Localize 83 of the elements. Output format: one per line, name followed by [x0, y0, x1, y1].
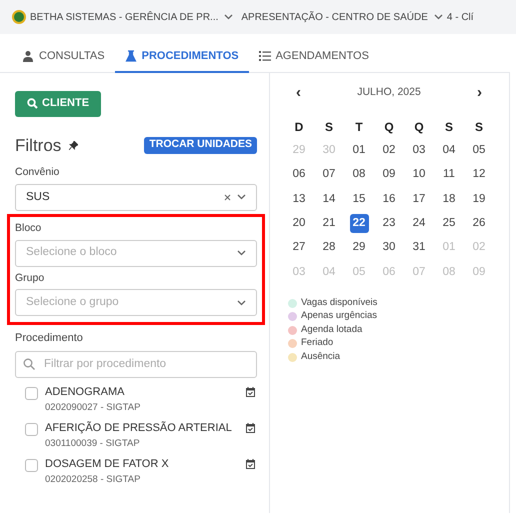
procedure-code: 0301100039 - SIGTAP [45, 436, 141, 450]
search-icon [27, 98, 38, 109]
user-icon [22, 50, 34, 62]
search-field[interactable]: Filtrar por procedimento [15, 350, 257, 378]
client-button[interactable]: CLIENTE [15, 90, 102, 116]
legend-label: Agenda lotada [301, 322, 362, 337]
calendar-day[interactable]: 04 [442, 142, 456, 160]
calendar-day[interactable]: 24 [412, 214, 426, 232]
calendar-day[interactable]: 13 [292, 190, 306, 208]
calendar-day[interactable]: 05 [472, 142, 486, 160]
field-label: Procedimento [15, 331, 84, 346]
calendar-day[interactable]: 22 [350, 214, 368, 234]
legend-label: Apenas urgências [301, 309, 378, 324]
menu-dropdown[interactable]: 4 - Clí [446, 10, 474, 24]
tab[interactable]: PROCEDIMENTOS [114, 48, 249, 72]
calendar-day[interactable]: 18 [442, 190, 456, 208]
calendar-day[interactable]: 20 [292, 214, 306, 232]
calendar-day[interactable]: 01 [352, 142, 366, 160]
calendar-day[interactable]: 28 [322, 239, 336, 256]
calendar-day[interactable]: 30 [382, 239, 396, 256]
calendar-day[interactable]: 06 [292, 166, 306, 184]
chevron-down-icon [434, 14, 443, 20]
switch-units-button[interactable]: TROCAR UNIDADES [144, 136, 257, 154]
checkbox[interactable] [25, 422, 38, 436]
procedure-code: 0202090027 - SIGTAP [45, 400, 142, 414]
calendar-day[interactable]: 14 [322, 190, 336, 208]
weekday-label: S [474, 118, 483, 136]
calendar-day[interactable]: 29 [352, 239, 366, 256]
procedure-name: AFERIÇÃO DE PRESSÃO ARTERIAL [45, 420, 233, 436]
pin-icon [69, 140, 78, 150]
menu-dropdown[interactable]: APRESENTAÇÃO - CENTRO DE SAÚDE [241, 10, 443, 24]
weekday-label: S [444, 118, 453, 136]
calendar-day[interactable]: 10 [412, 166, 426, 184]
month-title: JULHO, 2025 [357, 84, 421, 100]
tab[interactable]: CONSULTAS [12, 48, 115, 72]
calendar-day[interactable]: 02 [382, 142, 396, 160]
flask-icon [124, 50, 137, 62]
field-label: Bloco [15, 220, 42, 236]
chevron-down-icon [237, 250, 246, 256]
select-field[interactable]: SUS [15, 184, 257, 211]
search-icon [23, 358, 35, 370]
filters-title: Filtros [15, 134, 62, 156]
close-icon[interactable] [224, 194, 231, 201]
calendar-day[interactable]: 26 [472, 214, 486, 232]
legend-label: Feriado [301, 336, 334, 350]
menu-dropdown[interactable]: BETHA SISTEMAS - GERÊNCIA DE PR... [30, 10, 234, 24]
chevron-down-icon [237, 300, 246, 306]
chevron-down-icon [237, 194, 246, 200]
weekday-label: S [324, 118, 333, 136]
weekday-label: T [355, 118, 363, 136]
calendar-day[interactable]: 19 [472, 190, 486, 208]
calendar-day[interactable]: 11 [443, 166, 455, 184]
calendar-day[interactable]: 17 [412, 190, 426, 208]
procedure-name: DOSAGEM DE FATOR X [45, 456, 170, 472]
calendar-day[interactable]: 25 [442, 214, 456, 232]
weekday-label: Q [414, 118, 424, 136]
previous-month-button[interactable]: ‹ [296, 85, 301, 100]
procedure-name: ADENOGRAMA [45, 384, 126, 400]
field-label: Grupo [15, 270, 46, 286]
weekday-label: D [294, 118, 304, 136]
procedure-code: 0202020258 - SIGTAP [45, 472, 142, 486]
next-month-button[interactable]: › [477, 85, 482, 100]
calendar-day[interactable]: 15 [352, 190, 366, 208]
list-icon [258, 50, 271, 62]
legend-label: Vagas disponíveis [301, 296, 378, 310]
checkbox[interactable] [25, 386, 38, 400]
legend-label: Ausência [301, 350, 340, 364]
checkbox[interactable] [25, 458, 38, 472]
tab[interactable]: AGENDAMENTOS [248, 48, 379, 72]
calendar-day[interactable]: 23 [382, 214, 396, 232]
calendar-day[interactable]: 03 [412, 142, 426, 160]
field-label: Convênio [15, 165, 60, 180]
calendar-day[interactable]: 12 [472, 166, 486, 184]
calendar-day[interactable]: 16 [382, 190, 396, 208]
calendar-day[interactable]: 09 [382, 166, 396, 184]
calendar-day[interactable]: 07 [322, 166, 336, 184]
calendar-day[interactable]: 27 [292, 239, 306, 256]
weekday-label: Q [384, 118, 394, 136]
chevron-down-icon [224, 14, 234, 20]
calendar-day[interactable]: 08 [352, 166, 366, 184]
calendar-day[interactable]: 21 [322, 214, 336, 232]
emblem-icon [12, 10, 26, 24]
calendar-day[interactable]: 31 [412, 239, 426, 256]
